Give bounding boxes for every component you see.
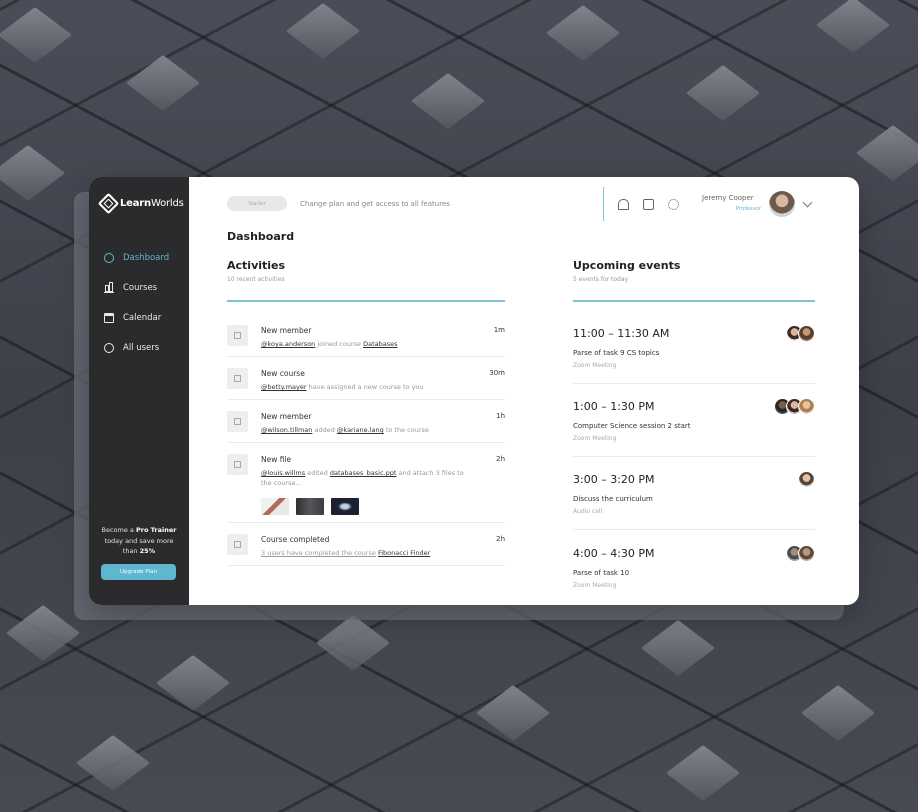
user-role: Professor xyxy=(735,206,761,212)
logo-icon xyxy=(97,192,120,215)
brand-name-light: Worlds xyxy=(150,198,184,209)
user-link[interactable]: @betty.mayer xyxy=(261,383,307,391)
event-item[interactable]: 11:00 – 11:30 AM Parse of task 9 CS topi… xyxy=(573,325,815,384)
sidebar-item-courses[interactable]: Courses xyxy=(104,273,169,303)
dashboard-icon xyxy=(104,253,114,263)
attachment-thumbnails xyxy=(261,498,359,515)
calendar-icon xyxy=(104,313,114,323)
user-circle-icon xyxy=(104,343,114,353)
events-divider xyxy=(573,300,815,302)
list-item[interactable]: New member @koya.anderson joined course … xyxy=(227,325,505,357)
user-link[interactable]: @koya.anderson xyxy=(261,340,315,348)
attachment-thumbnail[interactable] xyxy=(296,498,324,515)
participant-avatars xyxy=(786,545,815,562)
course-link[interactable]: Databases xyxy=(363,340,397,348)
avatar[interactable] xyxy=(798,398,815,415)
sidebar-item-dashboard[interactable]: Dashboard xyxy=(104,243,169,273)
upgrade-plan-button[interactable]: Upgrade Plan xyxy=(101,564,176,580)
attachment-thumbnail[interactable] xyxy=(261,498,289,515)
course-link[interactable]: Fibonacci Finder xyxy=(378,549,430,557)
sidebar-item-label: Courses xyxy=(123,283,158,293)
brand-logo[interactable]: LearnWorlds xyxy=(97,192,184,215)
list-item[interactable]: New file @louis.willms edited databases_… xyxy=(227,454,505,523)
event-item[interactable]: 3:00 – 3:20 PM Discuss the curriculum Au… xyxy=(573,471,815,530)
member-icon xyxy=(227,325,248,346)
event-item[interactable]: 4:00 – 4:30 PM Parse of task 10 Zoom Mee… xyxy=(573,545,815,604)
sidebar-item-label: Dashboard xyxy=(123,253,170,263)
participant-avatars xyxy=(786,325,815,342)
activities-divider xyxy=(227,300,505,302)
sidebar-item-calendar[interactable]: Calendar xyxy=(104,303,169,333)
main-content: Starter Change plan and get access to al… xyxy=(189,177,859,605)
activities-subtitle: 10 recent activities xyxy=(227,276,285,283)
list-item[interactable]: New member @wilson.tillman added @karian… xyxy=(227,411,505,443)
sidebar-item-all-users[interactable]: All users xyxy=(104,333,169,363)
attachment-thumbnail[interactable] xyxy=(331,498,359,515)
events-subtitle: 5 events for today xyxy=(573,276,629,283)
app-window: LearnWorlds Dashboard Courses Calendar A… xyxy=(89,177,859,605)
promo-text: Become a Pro Trainer today and save more… xyxy=(101,526,177,555)
page-title: Dashboard xyxy=(227,230,295,243)
sidebar-nav: Dashboard Courses Calendar All users xyxy=(104,243,169,363)
user-name: Jeremy Cooper xyxy=(702,194,754,202)
chevron-down-icon[interactable] xyxy=(802,197,813,208)
chat-icon[interactable] xyxy=(643,199,654,210)
user-link[interactable]: @wilson.tillman xyxy=(261,426,312,434)
file-link[interactable]: databases_basic.ppt xyxy=(330,469,397,477)
avatar[interactable] xyxy=(798,545,815,562)
file-icon xyxy=(227,454,248,475)
events-title: Upcoming events xyxy=(573,259,681,272)
event-item[interactable]: 1:00 – 1:30 PM Computer Science session … xyxy=(573,398,815,457)
gear-icon[interactable] xyxy=(668,199,679,210)
list-item[interactable]: New course @betty.mayer have assigned a … xyxy=(227,368,505,400)
user-link[interactable]: @kariane.lang xyxy=(337,426,384,434)
bar-chart-icon xyxy=(104,282,114,293)
activities-title: Activities xyxy=(227,259,286,272)
participant-avatars xyxy=(774,398,815,415)
sidebar: LearnWorlds Dashboard Courses Calendar A… xyxy=(89,177,189,605)
member-icon xyxy=(227,411,248,432)
plan-pill[interactable]: Starter xyxy=(227,196,287,211)
bell-icon[interactable] xyxy=(618,199,629,210)
course-icon xyxy=(227,534,248,555)
avatar[interactable] xyxy=(769,191,795,217)
list-item[interactable]: Course completed 3 users have completed … xyxy=(227,534,505,566)
avatar[interactable] xyxy=(798,325,815,342)
avatar[interactable] xyxy=(798,471,815,488)
course-icon xyxy=(227,368,248,389)
user-link[interactable]: @louis.willms xyxy=(261,469,305,477)
sidebar-item-label: Calendar xyxy=(123,313,162,323)
plan-text: Change plan and get access to all featur… xyxy=(300,200,450,208)
brand-name-bold: Learn xyxy=(120,198,151,209)
participant-avatars xyxy=(798,471,815,488)
sidebar-item-label: All users xyxy=(123,343,160,353)
topbar-divider xyxy=(603,187,604,221)
